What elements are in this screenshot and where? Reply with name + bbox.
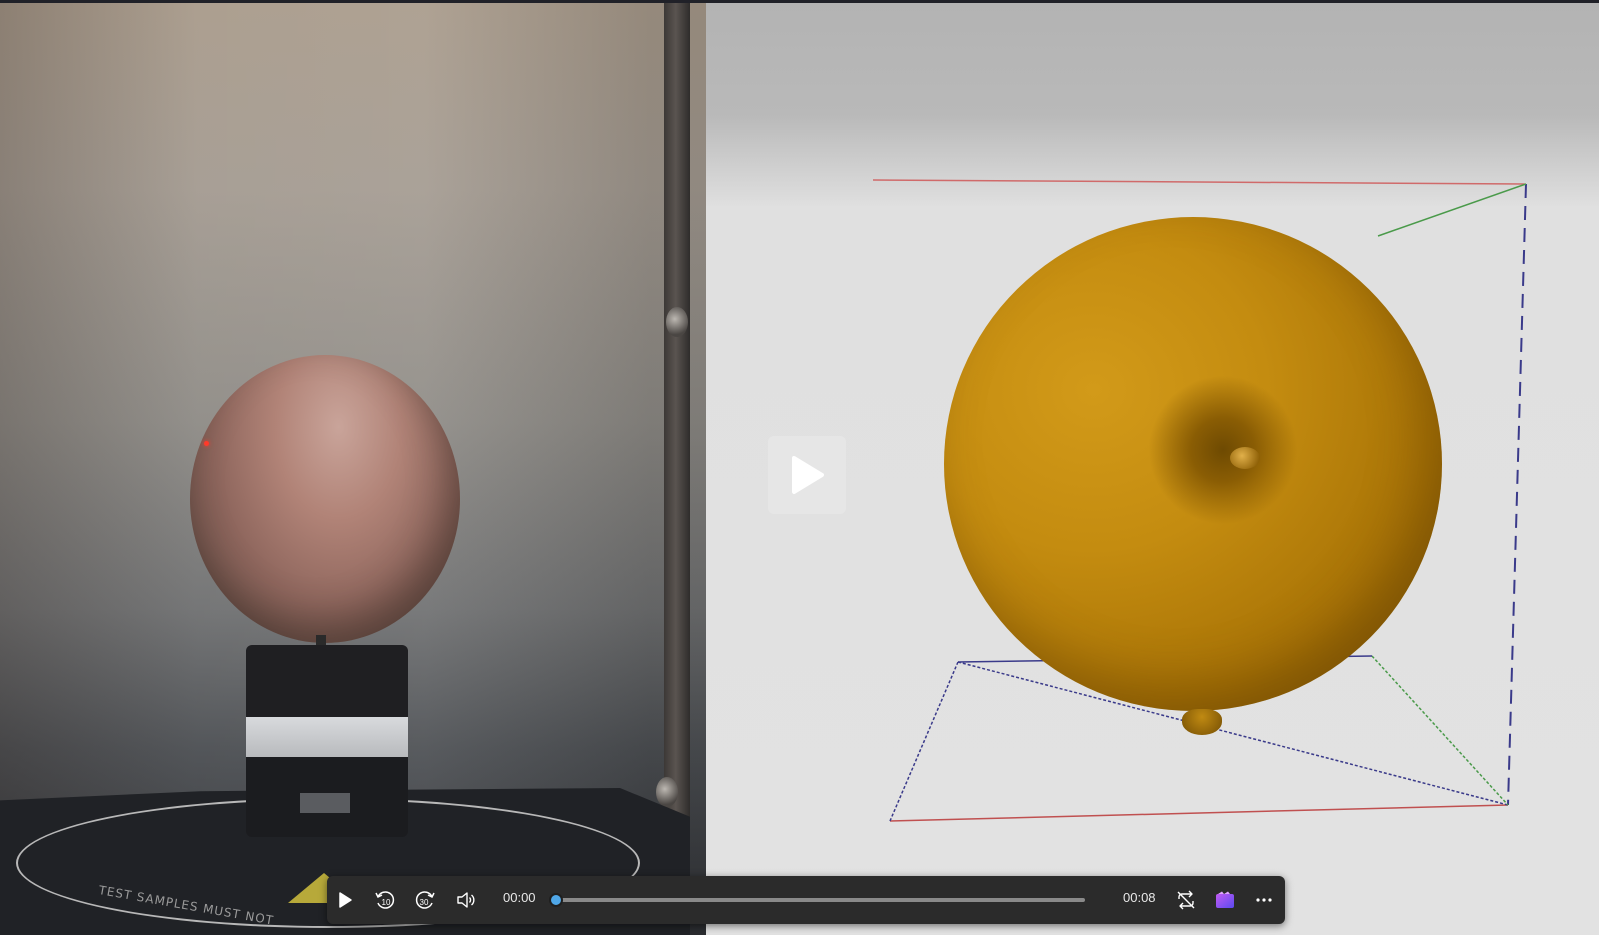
- skip-back-button[interactable]: 10: [369, 884, 401, 916]
- box-edge-right: [1507, 183, 1527, 806]
- laser-dot: [204, 441, 209, 446]
- repeat-icon: [1177, 890, 1195, 910]
- model-stem-cavity: [1148, 375, 1298, 525]
- center-play-button[interactable]: [768, 436, 846, 514]
- play-button[interactable]: [329, 884, 361, 916]
- media-controls-bar: 10 30 00:00 00:08: [327, 876, 1285, 924]
- open-in-editor-button[interactable]: [1209, 884, 1241, 916]
- svg-text:10: 10: [382, 898, 391, 907]
- stand-band: [246, 717, 408, 757]
- current-time: 00:00: [503, 890, 536, 905]
- box-edge-depth-top: [1377, 183, 1527, 237]
- svg-text:30: 30: [420, 898, 429, 907]
- model-blossom-end: [1182, 709, 1222, 735]
- camera-view: TEST SAMPLES MUST NOT: [0, 3, 706, 935]
- repeat-button[interactable]: [1170, 884, 1202, 916]
- skip-forward-button[interactable]: 30: [409, 884, 441, 916]
- box-edge-left: [889, 661, 959, 822]
- volume-icon: [457, 892, 475, 908]
- clipchamp-icon: [1216, 891, 1234, 908]
- seek-thumb[interactable]: [549, 893, 563, 907]
- stand-top: [246, 645, 408, 717]
- pillar-knob-top: [666, 307, 688, 337]
- pillar-knob-bottom: [656, 777, 678, 807]
- scanned-fruit-photo: [190, 355, 460, 643]
- volume-button[interactable]: [450, 884, 482, 916]
- duration-time: 00:08: [1123, 890, 1156, 905]
- more-options-button[interactable]: [1248, 884, 1280, 916]
- box-edge-depth-bottom: [1371, 655, 1509, 806]
- more-icon: [1256, 898, 1272, 902]
- skip-back-10-icon: 10: [375, 891, 395, 909]
- box-edge-bottom: [889, 804, 1509, 822]
- model-stem: [1230, 447, 1260, 469]
- box-edge-top: [872, 179, 1527, 185]
- skip-forward-30-icon: 30: [415, 891, 435, 909]
- play-icon: [792, 456, 824, 494]
- seek-bar[interactable]: [556, 898, 1085, 902]
- stand-label: [300, 793, 350, 813]
- play-icon: [339, 892, 352, 908]
